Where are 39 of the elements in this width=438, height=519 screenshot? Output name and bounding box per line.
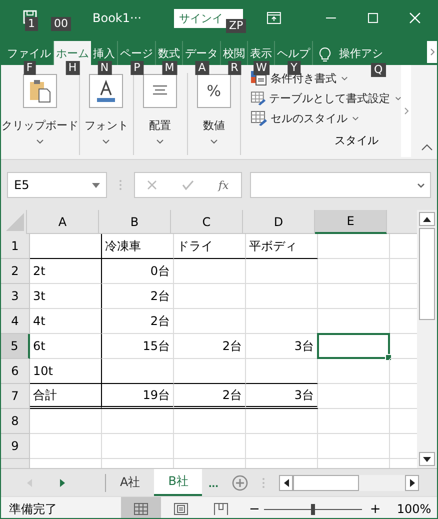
table-cell: 4t — [30, 309, 102, 334]
table-cell: 2台 — [101, 309, 174, 334]
key-tip: W — [253, 61, 270, 75]
key-tip: 1 — [25, 17, 38, 31]
table-cell: 2台 — [174, 384, 246, 409]
key-tip: M — [162, 61, 178, 75]
group-label: 配置 — [149, 118, 172, 133]
group-label: クリップボード — [2, 118, 78, 133]
group-label: スタイル — [334, 133, 378, 148]
status-text: 準備完了 — [9, 500, 58, 518]
table-cell: 3t — [30, 284, 102, 309]
group-label: 数値 — [202, 118, 225, 133]
percent-icon: % — [206, 82, 222, 100]
table-cell: 15台 — [101, 334, 174, 359]
key-tip: 00 — [51, 17, 71, 31]
window-title: Book1··· — [92, 10, 142, 24]
table-cell: ドライ — [174, 234, 246, 259]
table-cell: 3台 — [246, 384, 318, 409]
key-tip: P — [130, 61, 144, 75]
key-tip: N — [97, 61, 112, 75]
table-cell: 3台 — [246, 334, 318, 359]
table-cell: 0台 — [101, 259, 174, 284]
key-tip-tooltip: ZP — [226, 19, 246, 33]
key-tip: R — [228, 61, 242, 75]
group-label: フォント — [84, 118, 128, 133]
table-cell: 冷凍車 — [101, 234, 174, 259]
table-cell: 6t — [30, 334, 102, 359]
table-cell: 合計 — [30, 384, 102, 409]
table-cell: 2t — [30, 259, 102, 284]
table-cell: 2台 — [101, 284, 174, 309]
table-cell: 19台 — [101, 384, 174, 409]
key-tip: F — [23, 61, 36, 75]
key-tip: H — [65, 61, 80, 75]
table-cell: 平ボディ — [246, 234, 318, 259]
key-tip-tooltip: Q — [371, 63, 386, 77]
key-tip: Y — [288, 61, 300, 75]
table-cell: 2台 — [174, 334, 246, 359]
table-cell: 10t — [30, 359, 102, 384]
key-tip: A — [195, 61, 209, 75]
